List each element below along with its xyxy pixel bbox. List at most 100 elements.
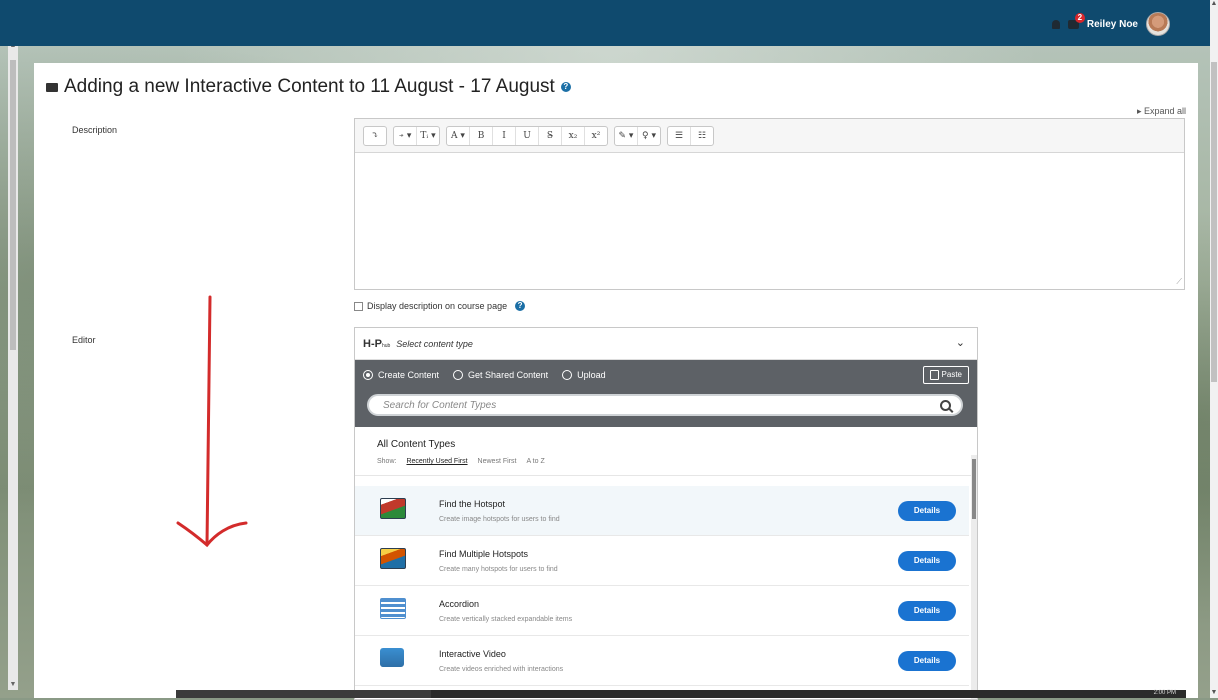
paste-button[interactable]: Paste (922, 366, 969, 384)
toolbar-button[interactable]: S̶ (539, 126, 562, 145)
scroll-down-icon[interactable]: ▼ (8, 681, 18, 688)
activity-icon (46, 82, 58, 92)
page-title: Adding a new Interactive Content to 11 A… (46, 76, 571, 98)
radio-selected-icon (363, 369, 373, 380)
chevron-down-icon[interactable]: ⌄ (956, 336, 965, 349)
radio-icon (453, 369, 464, 380)
help-icon[interactable]: ? (515, 301, 526, 311)
toolbar-button[interactable]: U (516, 126, 539, 145)
taskbar: 2:00 PM (176, 690, 1186, 698)
notification-badge: 2 (1074, 12, 1085, 23)
toolbar-group: ⤵ (363, 125, 387, 146)
page-scroll-down-icon[interactable]: ▼ (1210, 689, 1218, 696)
inner-scrollbar[interactable]: ▲ ▼ (8, 40, 18, 690)
all-content-types-heading: All Content Types (377, 439, 456, 450)
item-title: Accordion (439, 599, 480, 609)
clipboard-icon (929, 370, 939, 380)
item-title: Find Multiple Hotspots (439, 549, 529, 559)
display-description-label: Display description on course page (367, 301, 508, 311)
editor-label: Editor (72, 335, 96, 345)
resize-grip-icon[interactable]: ⟋ (1176, 277, 1182, 287)
video-icon (380, 648, 404, 667)
details-button[interactable]: Details (898, 551, 956, 571)
content-type-search-input[interactable]: Search for Content Types (367, 394, 963, 416)
list-item[interactable]: Accordion Create vertically stacked expa… (355, 586, 969, 636)
top-navbar: 2 Reiley Noe (0, 0, 1210, 46)
user-menu[interactable]: 2 Reiley Noe (1051, 12, 1170, 36)
sort-a-to-z[interactable]: A to Z (526, 458, 544, 465)
help-icon[interactable]: ? (560, 82, 571, 92)
toolbar-group: ✎ ▾ ♀ ▾ (614, 125, 661, 146)
item-description: Create image hotspots for users to find (439, 516, 560, 523)
red-arrow-annotation (176, 295, 248, 548)
details-button[interactable]: Details (898, 601, 956, 621)
item-description: Create videos enriched with interactions (439, 666, 564, 673)
sort-recently-used[interactable]: Recently Used First (406, 458, 467, 465)
page-scroll-up-icon[interactable]: ▲ (1210, 0, 1218, 7)
details-button[interactable]: Details (898, 501, 956, 521)
toolbar-group: ☰ ☷ (667, 125, 714, 146)
tab-get-shared-content-label: Get Shared Content (468, 369, 549, 380)
toolbar-button[interactable]: ☰ (668, 126, 691, 145)
h5p-hub: H-Phub Select content type ⌄ Create Cont… (354, 327, 978, 700)
toolbar-button[interactable]: x² (585, 127, 607, 145)
avatar[interactable] (1146, 12, 1170, 36)
content-type-filter: All Content Types Show: Recently Used Fi… (355, 427, 977, 476)
sort-newest-first[interactable]: Newest First (478, 458, 517, 465)
h5p-logo-suffix: hub (381, 342, 391, 349)
toolbar-button[interactable]: ✎ ▾ (615, 126, 638, 145)
display-description-row[interactable]: Display description on course page ? (354, 301, 526, 311)
toolbar-button[interactable]: B (470, 126, 493, 145)
expand-all-label: Expand all (1143, 106, 1186, 116)
toolbar-button[interactable]: I (493, 126, 516, 145)
messages-icon[interactable]: 2 (1067, 12, 1085, 29)
description-editor[interactable]: ⤵ ⍆ ▾ Tᵢ ▾ A ▾ B I U S̶ x₂ x² ✎ ▾ ♀ ▾ ☰ ☷ ⟋ (354, 118, 1185, 290)
page-scrollbar-thumb[interactable] (1211, 62, 1217, 382)
editor-textarea[interactable] (355, 153, 1184, 288)
h5p-logo-text: H-P (363, 337, 382, 350)
tab-create-content-label: Create Content (378, 369, 440, 380)
user-name[interactable]: Reiley Noe (1087, 19, 1138, 30)
toolbar-button[interactable]: ♀ ▾ (638, 127, 660, 145)
tab-create-content[interactable]: Create Content (363, 369, 440, 380)
show-label: Show: (377, 458, 397, 465)
tab-get-shared-content[interactable]: Get Shared Content (453, 369, 549, 380)
item-title: Find the Hotspot (439, 499, 506, 509)
h5p-search-bar: Search for Content Types (355, 389, 977, 427)
list-item[interactable]: Find Multiple Hotspots Create many hotsp… (355, 536, 969, 586)
search-icon[interactable] (940, 400, 951, 411)
item-title: Interactive Video (439, 649, 506, 659)
toolbar-button[interactable]: ⍆ ▾ (394, 126, 417, 145)
toolbar-button[interactable]: ☷ (691, 127, 713, 145)
radio-icon (562, 369, 573, 380)
toolbar-group: ⍆ ▾ Tᵢ ▾ (393, 125, 440, 146)
display-description-checkbox[interactable] (354, 301, 363, 311)
list-item[interactable]: Interactive Video Create videos enriched… (355, 636, 969, 686)
hotspot-icon (380, 498, 406, 519)
editor-toolbar: ⤵ ⍆ ▾ Tᵢ ▾ A ▾ B I U S̶ x₂ x² ✎ ▾ ♀ ▾ ☰ ☷ (355, 119, 1184, 153)
h5p-list-scrollbar[interactable] (971, 455, 977, 699)
multi-hotspot-icon (380, 548, 406, 569)
description-label: Description (72, 125, 118, 135)
toolbar-button[interactable]: Tᵢ ▾ (417, 127, 439, 145)
page-scrollbar[interactable]: ▲ ▼ (1210, 0, 1218, 698)
h5p-scrollbar-thumb[interactable] (972, 459, 976, 519)
expand-all-link[interactable]: ▸ Expand all (1137, 106, 1186, 117)
tab-upload-label: Upload (577, 369, 606, 380)
list-item[interactable]: Find the Hotspot Create image hotspots f… (355, 486, 969, 536)
toolbar-button[interactable]: x₂ (562, 126, 585, 145)
inner-scrollbar-thumb[interactable] (10, 60, 16, 350)
item-description: Create many hotspots for users to find (439, 566, 558, 573)
accordion-icon (380, 598, 406, 619)
h5p-tabs: Create Content Get Shared Content Upload… (355, 360, 977, 389)
h5p-content-type-selector[interactable]: H-Phub Select content type ⌄ (355, 328, 977, 360)
bell-icon[interactable] (1051, 19, 1060, 29)
expand-arrow-icon: ▸ (1136, 106, 1144, 116)
tab-upload[interactable]: Upload (562, 369, 606, 380)
toolbar-button[interactable]: ⤵ (364, 127, 386, 145)
sort-options: Show: Recently Used First Newest First A… (377, 458, 977, 465)
taskbar-clock: 2:00 PM (1153, 690, 1176, 696)
toolbar-button[interactable]: A ▾ (447, 126, 470, 145)
details-button[interactable]: Details (898, 651, 956, 671)
paste-label: Paste (941, 370, 962, 379)
